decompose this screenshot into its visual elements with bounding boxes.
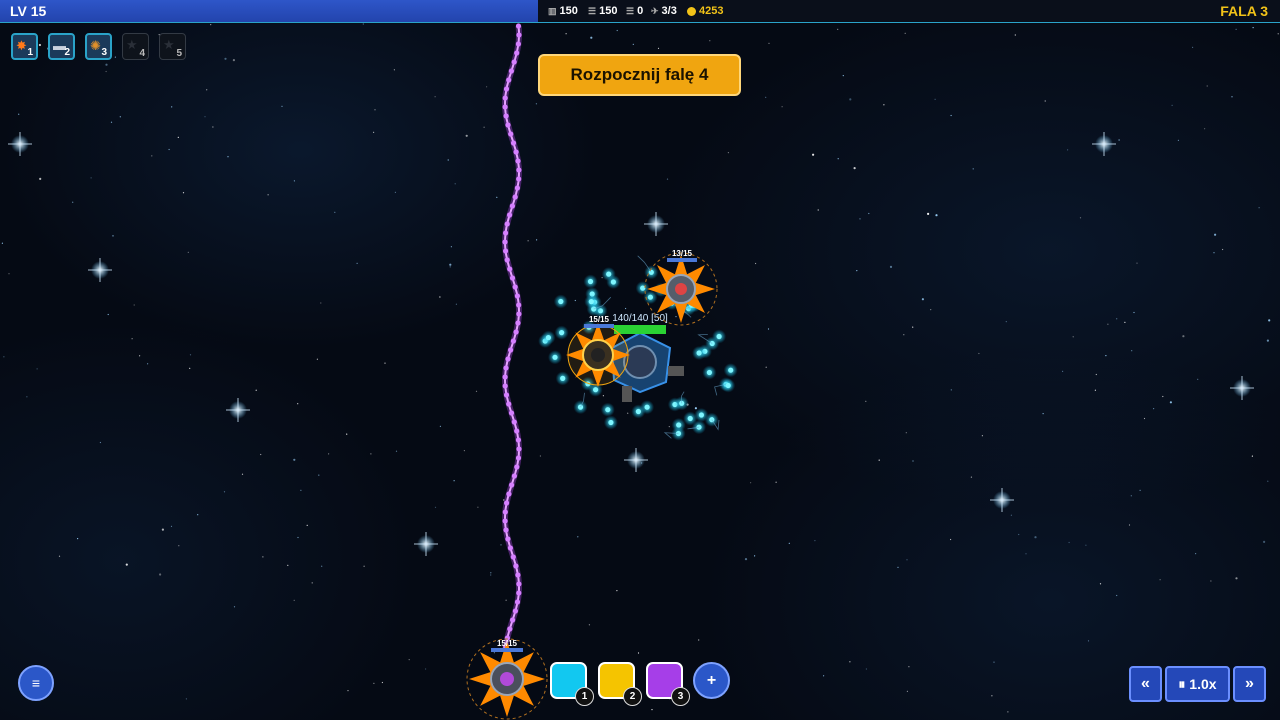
color-select-yellow[interactable]: 2 <box>598 662 642 706</box>
resource-value: 150 <box>559 5 578 17</box>
resource-value: 0 <box>637 5 644 17</box>
color-hotkey-badge: 1 <box>575 687 594 706</box>
resource-drones: ✈ 3/3 <box>651 5 677 17</box>
turret-health-bar <box>491 648 523 652</box>
level-label: LV 15 <box>10 3 47 19</box>
mine-icon: ✺ <box>90 38 101 53</box>
slower-button[interactable]: « <box>1129 666 1162 702</box>
pause-speed-button[interactable]: ⏸ 1.0x <box>1165 666 1230 702</box>
resource-ammo-1: ▥ 150 <box>548 5 578 17</box>
slot-number: 1 <box>27 47 33 58</box>
turret-hp-label: 15/15 <box>589 315 610 324</box>
faster-button[interactable]: » <box>1233 666 1266 702</box>
ability-slot-4-locked[interactable]: ★ 4 <box>122 33 149 60</box>
menu-button[interactable]: ≡ <box>18 665 54 701</box>
resource-value: 150 <box>599 5 618 17</box>
start-wave-button[interactable]: Rozpocznij falę 4 <box>538 54 741 96</box>
xp-progress-bar <box>0 0 538 22</box>
ability-slot-2[interactable]: ▬ 2 <box>48 33 75 60</box>
coin-icon <box>687 6 696 16</box>
game-field[interactable]: 140/140 [50] 13/15 15/15 15/15 <box>0 0 1280 720</box>
menu-icon: ≡ <box>31 675 41 691</box>
resource-coins: 4253 <box>687 5 723 17</box>
top-bar: LV 15 ▥ 150 ☰ 150 ☰ 0 ✈ 3/3 4253 FALA 3 <box>0 0 1280 23</box>
ammo-icon: ▥ <box>548 5 557 16</box>
color-hotkey-badge: 2 <box>623 687 642 706</box>
turret-health-bar <box>667 258 697 262</box>
wave-label: FALA 3 <box>1220 3 1268 19</box>
resource-value: 3/3 <box>661 5 677 17</box>
color-hotkey-badge: 3 <box>671 687 690 706</box>
laser-barrier <box>501 23 523 651</box>
base-cannon <box>668 366 684 376</box>
slot-number: 5 <box>176 48 182 59</box>
turret-3[interactable]: 15/15 <box>466 638 548 720</box>
color-select-cyan[interactable]: 1 <box>550 662 594 706</box>
slot-number: 2 <box>64 47 70 58</box>
turret-health-bar <box>584 324 614 328</box>
base-cannon <box>622 386 632 402</box>
drone-icon: ✈ <box>651 5 659 16</box>
slot-number: 4 <box>139 48 145 59</box>
resource-value: 4253 <box>699 5 724 17</box>
ability-slot-3[interactable]: ✺ 3 <box>85 33 112 60</box>
color-select-purple[interactable]: 3 <box>646 662 690 706</box>
star-icon: ★ <box>126 37 138 52</box>
star-icon: ★ <box>163 37 175 52</box>
turret-hp-label: 13/15 <box>672 249 693 258</box>
resource-ammo-2: ☰ 150 <box>588 5 617 17</box>
explosion-icon: ✸ <box>16 38 27 53</box>
ammo-icon: ☰ <box>588 5 597 16</box>
ability-slot-1[interactable]: ✸ 1 <box>11 33 38 60</box>
add-color-button[interactable]: + <box>693 662 730 699</box>
base-health-bar <box>614 325 666 334</box>
ammo-icon: ☰ <box>626 5 635 16</box>
turret-hp-label: 15/15 <box>497 639 518 648</box>
resource-ammo-3: ☰ 0 <box>626 5 643 17</box>
ability-slot-5-locked[interactable]: ★ 5 <box>159 33 186 60</box>
slot-number: 3 <box>101 47 107 58</box>
